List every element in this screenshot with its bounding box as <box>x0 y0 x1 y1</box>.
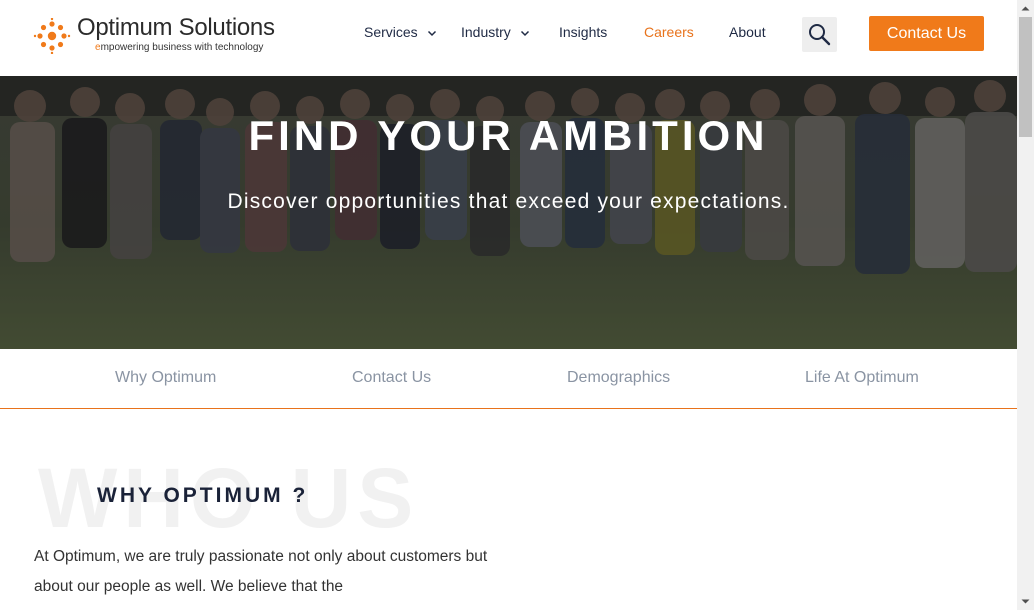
chevron-down-icon <box>427 31 436 37</box>
logo-name: Optimum Solutions <box>77 14 275 41</box>
chevron-down-icon <box>520 31 529 37</box>
search-icon <box>809 24 831 46</box>
scrollbar-thumb[interactable] <box>1019 17 1032 137</box>
careers-subnav: Why Optimum Contact Us Demographics Life… <box>0 349 1017 409</box>
hero-subtitle: Discover opportunities that exceed your … <box>227 190 790 213</box>
section-title: WHY OPTIMUM ? <box>97 484 309 507</box>
scroll-up-arrow-icon[interactable] <box>1017 0 1034 17</box>
nav-insights[interactable]: Insights <box>559 24 607 40</box>
nav-industry[interactable]: Industry <box>461 24 530 40</box>
logo-tagline: empowering business with technology <box>95 42 263 53</box>
nav-about[interactable]: About <box>729 24 766 40</box>
logo[interactable]: Optimum Solutions empowering business wi… <box>33 14 275 56</box>
nav-industry-label: Industry <box>461 24 511 40</box>
subnav-demographics[interactable]: Demographics <box>567 369 670 387</box>
hero-title: FIND YOUR AMBITION <box>248 112 769 159</box>
subnav-why-optimum[interactable]: Why Optimum <box>115 369 216 387</box>
subnav-contact-us[interactable]: Contact Us <box>352 369 431 387</box>
logo-tagline-rest: mpowering business with technology <box>100 42 264 53</box>
scroll-down-arrow-icon[interactable] <box>1017 593 1034 610</box>
hero-banner: FIND YOUR AMBITION Discover opportunitie… <box>0 76 1017 349</box>
subnav-life-at-optimum[interactable]: Life At Optimum <box>805 369 919 387</box>
page-scrollbar[interactable] <box>1017 0 1034 610</box>
nav-careers[interactable]: Careers <box>644 24 694 40</box>
nav-services[interactable]: Services <box>364 24 437 40</box>
site-header: Optimum Solutions empowering business wi… <box>0 0 1017 76</box>
logo-mark-icon <box>33 18 71 54</box>
search-button[interactable] <box>802 17 837 52</box>
contact-us-button[interactable]: Contact Us <box>869 16 984 51</box>
nav-services-label: Services <box>364 24 418 40</box>
section-paragraph: At Optimum, we are truly passionate not … <box>34 548 488 595</box>
